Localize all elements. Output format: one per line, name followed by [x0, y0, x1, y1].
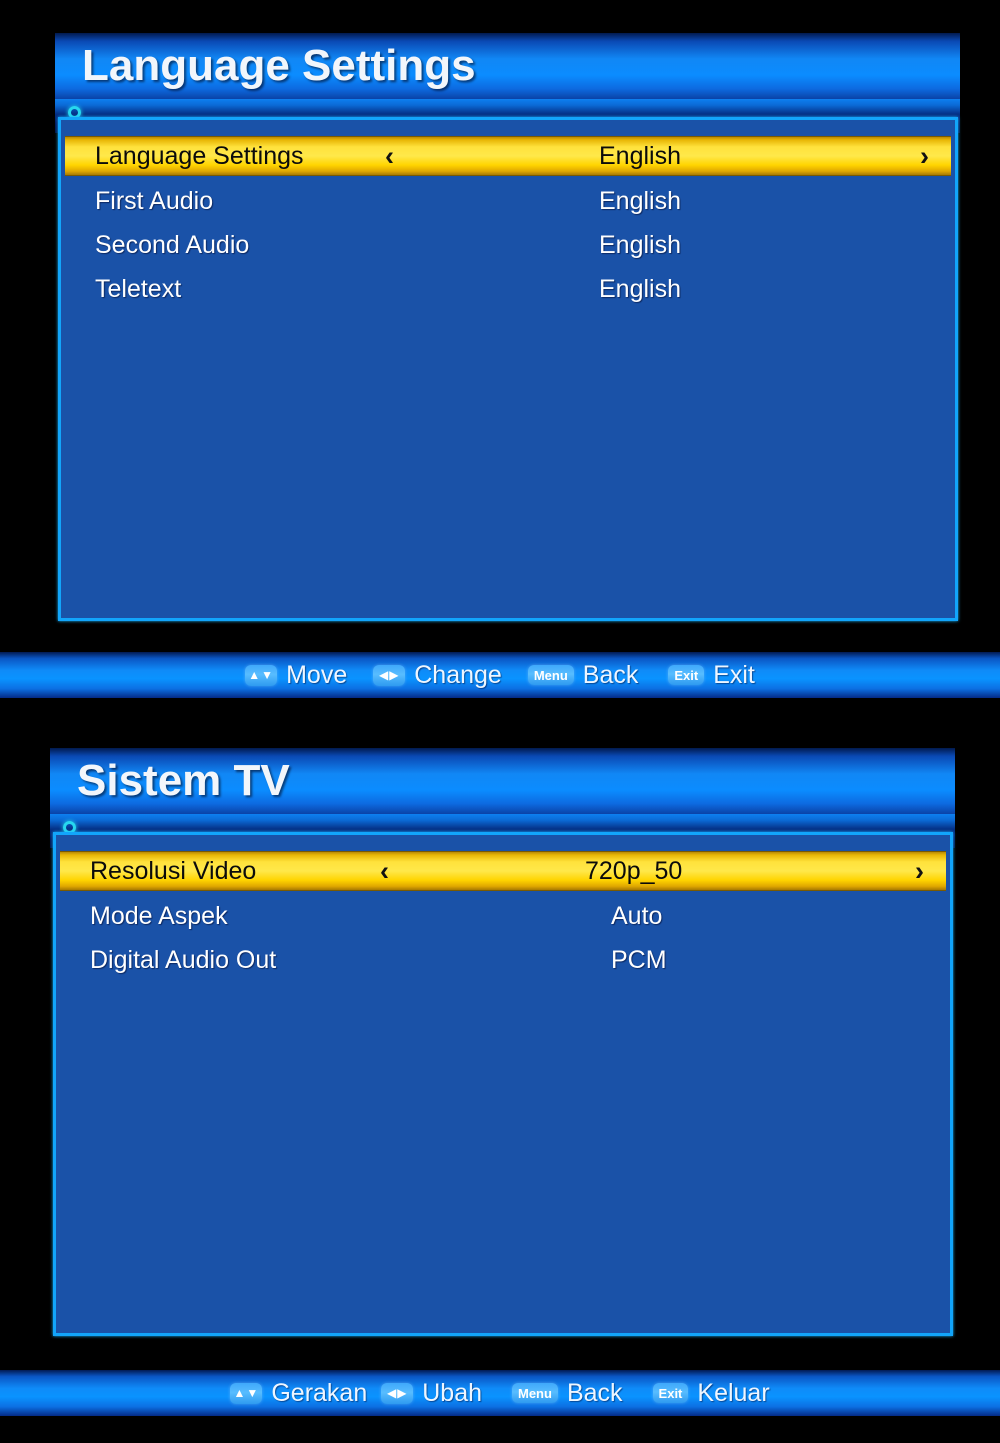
- help-label: Exit: [713, 660, 755, 689]
- help-item-back[interactable]: Menu Back: [527, 660, 639, 690]
- menu-row-second-audio[interactable]: Second Audio English: [61, 223, 955, 267]
- menu-row-value: PCM: [611, 945, 667, 974]
- menu-row-value: English: [599, 186, 681, 215]
- menu-key-icon: Menu: [512, 1383, 558, 1403]
- help-item-change[interactable]: ◀▶ Change: [373, 661, 502, 690]
- menu-row-digital-audio-out[interactable]: Digital Audio Out PCM: [56, 938, 950, 982]
- left-right-arrows-icon: ◀▶: [373, 664, 406, 686]
- menu-row-value: English: [599, 274, 681, 303]
- help-item-gerakan[interactable]: ▲▼ Gerakan: [230, 1379, 367, 1408]
- help-label: Change: [414, 660, 502, 689]
- menu-row-label: Resolusi Video: [90, 856, 257, 885]
- menu-row-label: First Audio: [95, 186, 214, 215]
- menu-row-language-settings[interactable]: Language Settings ‹ English ›: [65, 136, 951, 176]
- exit-key-icon: Exit: [668, 665, 705, 685]
- help-label: Ubah: [422, 1378, 482, 1407]
- help-label: Gerakan: [271, 1378, 368, 1407]
- help-item-move[interactable]: ▲▼ Move: [245, 661, 347, 690]
- help-item-back[interactable]: Menu Back: [512, 1379, 623, 1408]
- osd-screen-sistem-tv: Sistem TV Resolusi Video ‹ 720p_50 › Mod…: [0, 715, 1000, 1443]
- menu-row-resolusi-video[interactable]: Resolusi Video ‹ 720p_50 ›: [60, 851, 946, 891]
- up-down-arrows-icon: ▲▼: [230, 1382, 263, 1404]
- menu-row-value: English: [599, 230, 681, 259]
- left-right-arrows-icon: ◀▶: [381, 1382, 414, 1404]
- menu-row-value: Auto: [611, 901, 663, 930]
- page-title: Language Settings: [82, 41, 476, 90]
- help-label: Move: [286, 660, 348, 689]
- page-title: Sistem TV: [77, 756, 290, 805]
- title-bar: Language Settings: [55, 33, 960, 101]
- menu-row-teletext[interactable]: Teletext English: [61, 267, 955, 311]
- osd-screen-language-settings: Language Settings Language Settings ‹ En…: [0, 0, 1000, 710]
- menu-row-label: Language Settings: [95, 141, 304, 170]
- menu-row-label: Teletext: [95, 274, 182, 303]
- menu-row-first-audio[interactable]: First Audio English: [61, 179, 955, 223]
- help-label: Keluar: [697, 1378, 770, 1407]
- menu-row-label: Digital Audio Out: [90, 945, 277, 974]
- help-bar: ▲▼ Move ◀▶ Change Menu Back Exit Exit: [0, 652, 1000, 698]
- menu-row-label: Mode Aspek: [90, 901, 228, 930]
- next-value-icon[interactable]: ›: [915, 857, 924, 885]
- title-bar: Sistem TV: [50, 748, 955, 816]
- help-bar: ▲▼ Gerakan ◀▶ Ubah Menu Back Exit Keluar: [0, 1370, 1000, 1416]
- prev-value-icon[interactable]: ‹: [380, 857, 389, 885]
- menu-key-icon: Menu: [527, 665, 574, 685]
- help-label: Back: [566, 1378, 623, 1407]
- menu-row-mode-aspek[interactable]: Mode Aspek Auto: [56, 894, 950, 938]
- menu-row-label: Second Audio: [95, 230, 250, 259]
- help-item-keluar[interactable]: Exit Keluar: [652, 1378, 770, 1408]
- settings-panel: Language Settings ‹ English › First Audi…: [58, 117, 958, 621]
- next-value-icon[interactable]: ›: [920, 142, 929, 170]
- help-item-ubah[interactable]: ◀▶ Ubah: [381, 1379, 482, 1408]
- prev-value-icon[interactable]: ‹: [385, 142, 394, 170]
- menu-row-value: 720p_50: [585, 856, 683, 885]
- help-item-exit[interactable]: Exit Exit: [668, 661, 755, 690]
- menu-row-value: English: [599, 141, 681, 170]
- settings-panel: Resolusi Video ‹ 720p_50 › Mode Aspek Au…: [53, 832, 953, 1336]
- help-label: Back: [582, 660, 639, 689]
- up-down-arrows-icon: ▲▼: [245, 664, 278, 686]
- exit-key-icon: Exit: [652, 1383, 689, 1403]
